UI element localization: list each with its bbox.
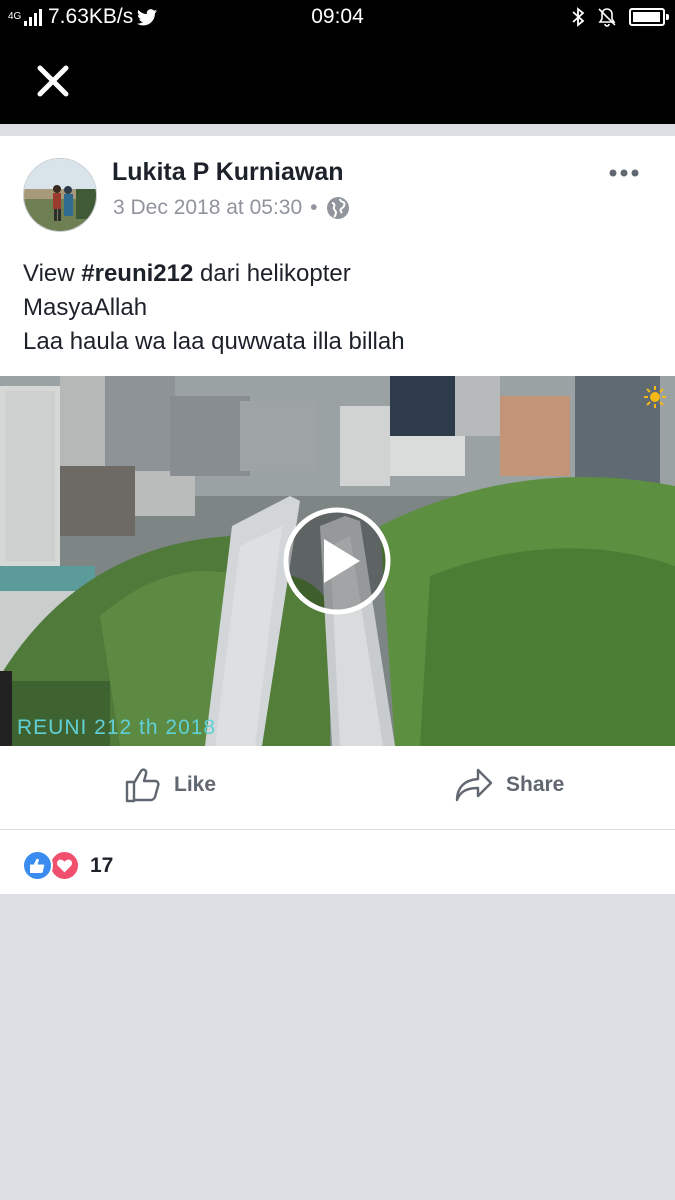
post-card: Lukita P Kurniawan 3 Dec 2018 at 05:30 •… (0, 136, 675, 894)
status-bar: 4G 7.63KB/s 09:04 (0, 0, 675, 36)
top-bar (0, 36, 675, 124)
like-label: Like (174, 773, 217, 796)
meta-separator: • (310, 196, 318, 219)
post-text: View #reuni212 dari helikopter MasyaAlla… (23, 257, 405, 359)
play-button[interactable] (282, 506, 392, 616)
post-text-line3: Laa haula wa laa quwwata illa billah (23, 328, 405, 355)
action-bar: Like Share (0, 746, 675, 830)
video-player[interactable]: REUNI 212 th 2018 (0, 376, 675, 746)
share-arrow-icon (455, 768, 493, 802)
text-suffix: dari helikopter (193, 260, 351, 287)
author-name[interactable]: Lukita P Kurniawan (112, 158, 344, 187)
more-options-button[interactable] (605, 163, 645, 183)
notifications-off-icon (598, 8, 616, 27)
hashtag-link[interactable]: #reuni212 (81, 260, 193, 287)
reaction-count: 17 (90, 853, 114, 877)
close-icon (37, 65, 69, 97)
post-meta: 3 Dec 2018 at 05:30 • (113, 196, 350, 220)
battery-level (633, 12, 660, 22)
text-prefix: View (23, 260, 82, 287)
thumbs-up-icon (125, 768, 160, 803)
share-label: Share (506, 773, 565, 796)
weather-sun-icon (644, 386, 666, 408)
reactions-summary[interactable]: 17 (22, 850, 113, 881)
love-reaction-icon (49, 850, 80, 881)
share-button[interactable]: Share (454, 766, 564, 804)
video-watermark: REUNI 212 th 2018 (17, 716, 217, 739)
bluetooth-icon (572, 7, 585, 27)
close-button[interactable] (32, 60, 74, 102)
like-button[interactable]: Like (124, 766, 216, 804)
globe-icon (326, 197, 349, 219)
play-icon (283, 507, 391, 615)
more-dots-icon (609, 169, 639, 177)
post-text-line2: MasyaAllah (23, 294, 148, 321)
post-timestamp[interactable]: 3 Dec 2018 at 05:30 (113, 196, 302, 220)
post-text-line1: View #reuni212 dari helikopter (23, 257, 405, 291)
status-right (571, 7, 669, 27)
like-reaction-icon (22, 850, 53, 881)
avatar-photo (24, 159, 96, 231)
avatar[interactable] (23, 158, 97, 232)
battery-icon (629, 8, 669, 26)
